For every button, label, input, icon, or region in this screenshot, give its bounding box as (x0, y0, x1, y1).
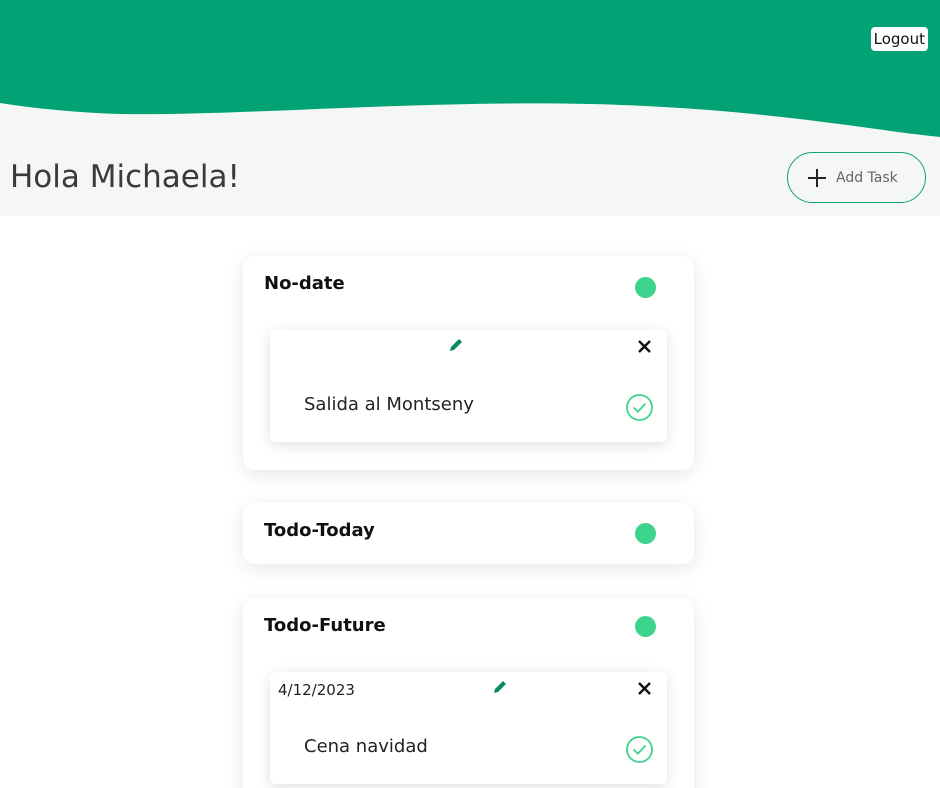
section-title: Todo-Future (264, 615, 386, 636)
task-card: 4/12/2023 Cena navidad (270, 672, 667, 784)
status-dot (635, 523, 656, 544)
plus-icon (808, 168, 826, 187)
section-todo-today: Todo-Today (243, 503, 694, 564)
add-task-label: Add Task (836, 169, 898, 186)
section-title: No-date (264, 273, 345, 294)
task-name: Cena navidad (304, 736, 428, 757)
section-title: Todo-Today (264, 520, 375, 541)
status-dot (635, 277, 656, 298)
page: Logout Hola Michaela! Add Task No-date S… (0, 0, 940, 788)
task-name: Salida al Montseny (304, 394, 474, 415)
close-icon[interactable] (636, 680, 653, 697)
section-todo-future: Todo-Future 4/12/2023 Cena navidad (243, 598, 694, 788)
section-no-date: No-date Salida al Montseny (243, 256, 694, 470)
page-title: Hola Michaela! (10, 159, 240, 195)
check-circle-icon[interactable] (625, 393, 654, 422)
task-date: 4/12/2023 (278, 681, 355, 699)
pencil-icon[interactable] (491, 678, 509, 696)
check-circle-icon[interactable] (625, 735, 654, 764)
pencil-icon[interactable] (447, 336, 465, 354)
add-task-button[interactable]: Add Task (787, 152, 926, 203)
status-dot (635, 616, 656, 637)
close-icon[interactable] (636, 338, 653, 355)
logout-button[interactable]: Logout (870, 27, 928, 51)
task-card: Salida al Montseny (270, 330, 667, 442)
